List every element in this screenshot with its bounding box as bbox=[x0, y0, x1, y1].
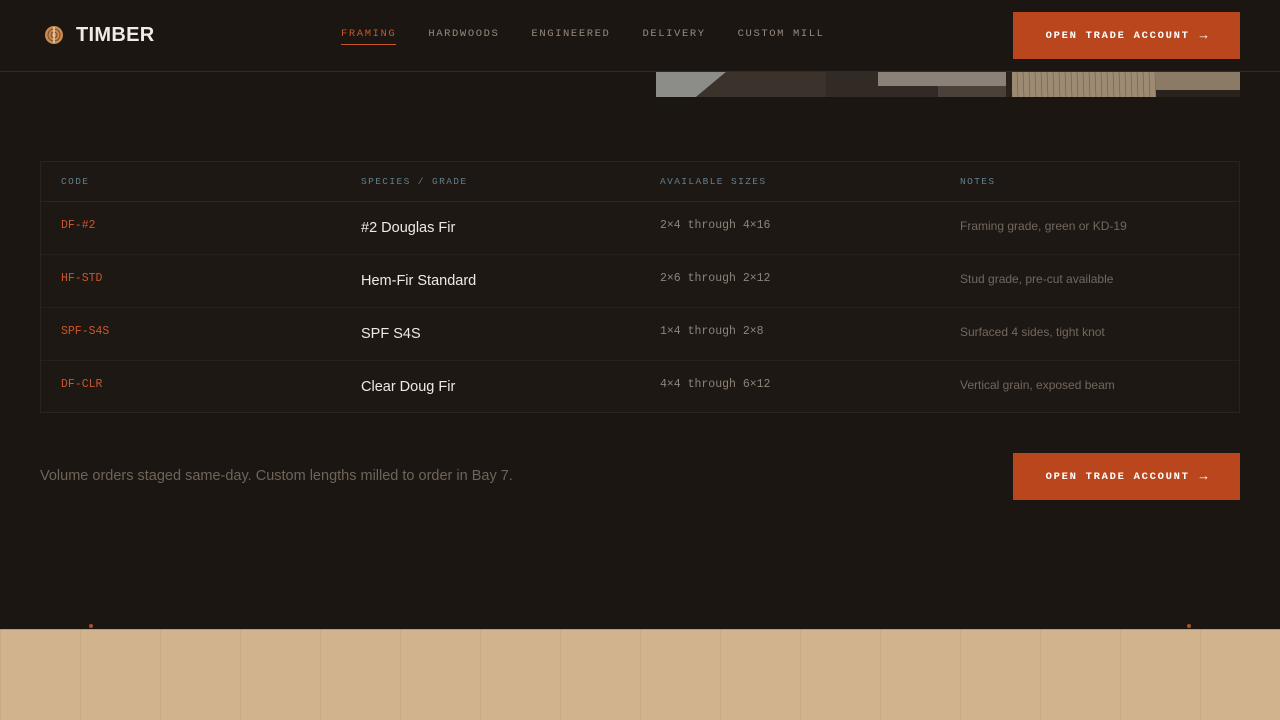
nav-delivery[interactable]: DELIVERY bbox=[642, 28, 705, 45]
arrow-right-icon: → bbox=[1199, 469, 1208, 484]
row-sizes: 4×4 through 6×12 bbox=[660, 378, 771, 391]
header-available-sizes: AVAILABLE SIZES bbox=[660, 176, 767, 187]
row-code: SPF-S4S bbox=[61, 325, 110, 338]
header-code: CODE bbox=[61, 176, 90, 187]
row-notes: Framing grade, green or KD-19 bbox=[960, 219, 1127, 233]
row-code: HF-STD bbox=[61, 272, 103, 285]
cta-label: OPEN TRADE ACCOUNT bbox=[1045, 470, 1190, 483]
row-notes: Stud grade, pre-cut available bbox=[960, 272, 1114, 286]
table-row[interactable]: DF-#2 #2 Douglas Fir 2×4 through 4×16 Fr… bbox=[41, 202, 1239, 255]
row-species: Hem-Fir Standard bbox=[361, 273, 477, 289]
arrow-right-icon: → bbox=[1199, 28, 1208, 43]
log-cross-section-icon bbox=[45, 26, 63, 44]
row-sizes: 2×4 through 4×16 bbox=[660, 219, 771, 232]
brand-name: TIMBER bbox=[76, 24, 155, 46]
panel-marker bbox=[1187, 624, 1191, 628]
panel-marker bbox=[89, 624, 93, 628]
table-row[interactable]: HF-STD Hem-Fir Standard 2×6 through 2×12… bbox=[41, 255, 1239, 308]
nav-framing[interactable]: FRAMING bbox=[341, 28, 397, 45]
cta-label: OPEN TRADE ACCOUNT bbox=[1045, 29, 1190, 42]
nav-custom-mill[interactable]: CUSTOM MILL bbox=[738, 28, 825, 45]
hero-lumber-image bbox=[656, 72, 1240, 97]
volume-orders-note: Volume orders staged same-day. Custom le… bbox=[40, 468, 513, 484]
wood-panel-section bbox=[0, 629, 1280, 720]
main-nav: FRAMING HARDWOODS ENGINEERED DELIVERY CU… bbox=[341, 28, 857, 45]
row-species: SPF S4S bbox=[361, 326, 421, 342]
table-row[interactable]: DF-CLR Clear Doug Fir 4×4 through 6×12 V… bbox=[41, 361, 1239, 414]
row-species: Clear Doug Fir bbox=[361, 379, 456, 395]
open-trade-account-button-secondary[interactable]: OPEN TRADE ACCOUNT → bbox=[1013, 453, 1240, 500]
row-notes: Vertical grain, exposed beam bbox=[960, 378, 1115, 392]
brand-logo[interactable]: TIMBER bbox=[44, 24, 154, 46]
table-header: CODE SPECIES / GRADE AVAILABLE SIZES NOT… bbox=[41, 162, 1239, 202]
table-row[interactable]: SPF-S4S SPF S4S 1×4 through 2×8 Surfaced… bbox=[41, 308, 1239, 361]
row-sizes: 2×6 through 2×12 bbox=[660, 272, 771, 285]
header-notes: NOTES bbox=[960, 176, 996, 187]
header-species-grade: SPECIES / GRADE bbox=[361, 176, 468, 187]
row-species: #2 Douglas Fir bbox=[361, 220, 456, 236]
nav-hardwoods[interactable]: HARDWOODS bbox=[428, 28, 499, 45]
row-sizes: 1×4 through 2×8 bbox=[660, 325, 764, 338]
row-code: DF-CLR bbox=[61, 378, 103, 391]
species-table: CODE SPECIES / GRADE AVAILABLE SIZES NOT… bbox=[40, 161, 1240, 413]
row-notes: Surfaced 4 sides, tight knot bbox=[960, 325, 1105, 339]
site-header: TIMBER FRAMING HARDWOODS ENGINEERED DELI… bbox=[0, 0, 1280, 72]
row-code: DF-#2 bbox=[61, 219, 96, 232]
nav-engineered[interactable]: ENGINEERED bbox=[531, 28, 610, 45]
open-trade-account-button[interactable]: OPEN TRADE ACCOUNT → bbox=[1013, 12, 1240, 59]
